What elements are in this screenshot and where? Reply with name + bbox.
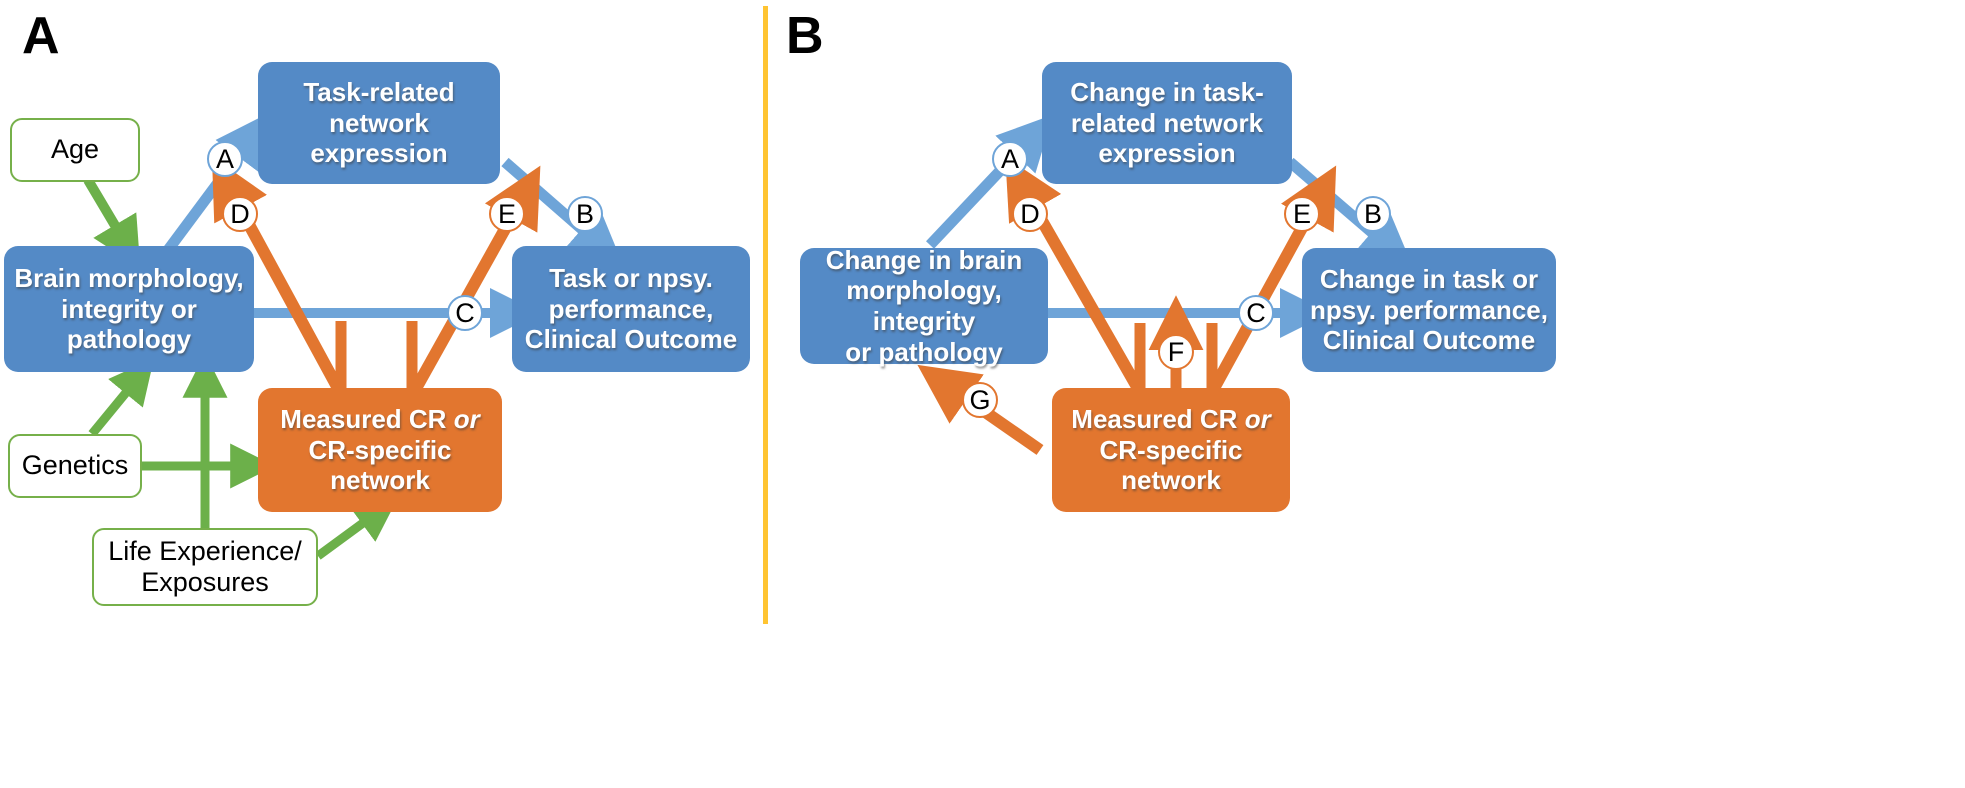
- edge-life-to-cr: [315, 497, 399, 560]
- edge-label-b-c-text: C: [1246, 297, 1266, 328]
- edge-age-to-brain: [83, 177, 141, 269]
- edge-label-b-b-text: B: [1363, 198, 1382, 229]
- node-task-outcome[interactable]: Task or npsy. performance, Clinical Outcom…: [512, 246, 750, 372]
- node-measured-cr-b-label: Measured CR or CR-specific network: [1071, 403, 1271, 496]
- edge-label-b-e: E: [1284, 196, 1320, 232]
- edge-label-b-g: G: [962, 382, 998, 418]
- edge-label-e-text: E: [497, 198, 516, 229]
- node-life-experience[interactable]: Life Experience/Exposures: [92, 528, 318, 606]
- node-task-related-network[interactable]: Task-related network expression: [258, 62, 500, 184]
- edge-label-b-e-text: E: [1292, 198, 1311, 229]
- panel-a-letter: A: [22, 7, 60, 65]
- node-brain-morphology-label: Brain morphology, integrity or pathology: [14, 262, 244, 355]
- edge-label-c: C: [447, 295, 483, 331]
- edge-label-b-c: C: [1238, 295, 1274, 331]
- node-change-task-related-network[interactable]: Change in task-related network expression: [1042, 62, 1292, 184]
- edge-label-b-f: F: [1158, 334, 1194, 370]
- edge-label-d-text: D: [230, 198, 250, 229]
- node-change-brain-morphology[interactable]: Change in brain morphology, integrity or p…: [800, 245, 1048, 367]
- edge-genetics-to-brain: [88, 358, 154, 437]
- edge-label-c-text: C: [455, 297, 475, 328]
- panel-divider: [763, 6, 768, 624]
- edge-cr-moderator-ticks: [335, 321, 418, 390]
- node-age-label: Age: [50, 134, 100, 165]
- node-task-outcome-label: Task or npsy. performance, Clinical Outcom…: [524, 262, 738, 355]
- panel-b-letter: B: [786, 7, 824, 65]
- figure-canvas: A Age Brain morphology, integrity or pat…: [0, 0, 1965, 788]
- edge-label-b-d: D: [1012, 196, 1048, 232]
- node-measured-cr-label: Measured CR or CR-specific network: [280, 403, 480, 496]
- edge-label-d: D: [222, 196, 258, 232]
- node-change-task-related-network-label: Change in task-related network expression: [1070, 76, 1264, 169]
- edge-label-b-a: A: [992, 141, 1028, 177]
- node-task-related-network-label: Task-related network expression: [303, 76, 455, 169]
- edge-label-b-f-text: F: [1167, 336, 1185, 367]
- edge-label-b-text: B: [575, 198, 594, 229]
- edge-label-b-d-text: D: [1020, 198, 1040, 229]
- node-age[interactable]: Age: [10, 118, 140, 182]
- node-measured-cr[interactable]: Measured CR or CR-specific network: [258, 388, 502, 512]
- node-change-task-outcome-label: Change in task or npsy. performance, Clini…: [1310, 263, 1548, 356]
- edge-label-b-g-text: G: [969, 384, 991, 415]
- edge-label-b-a-text: A: [1000, 143, 1019, 174]
- edge-label-b: B: [567, 196, 603, 232]
- node-brain-morphology[interactable]: Brain morphology, integrity or pathology: [4, 246, 254, 372]
- edge-label-e: E: [489, 196, 525, 232]
- node-genetics[interactable]: Genetics: [8, 434, 142, 498]
- node-change-brain-morphology-label: Change in brain morphology, integrity or p…: [825, 244, 1023, 367]
- edge-label-a: A: [207, 141, 243, 177]
- node-change-task-outcome[interactable]: Change in task or npsy. performance, Clini…: [1302, 248, 1556, 372]
- node-measured-cr-b[interactable]: Measured CR or CR-specific network: [1052, 388, 1290, 512]
- node-life-experience-label: Life Experience/Exposures: [108, 535, 302, 597]
- node-genetics-label: Genetics: [21, 450, 129, 481]
- edge-label-b-b: B: [1355, 196, 1391, 232]
- edge-label-a-text: A: [215, 143, 234, 174]
